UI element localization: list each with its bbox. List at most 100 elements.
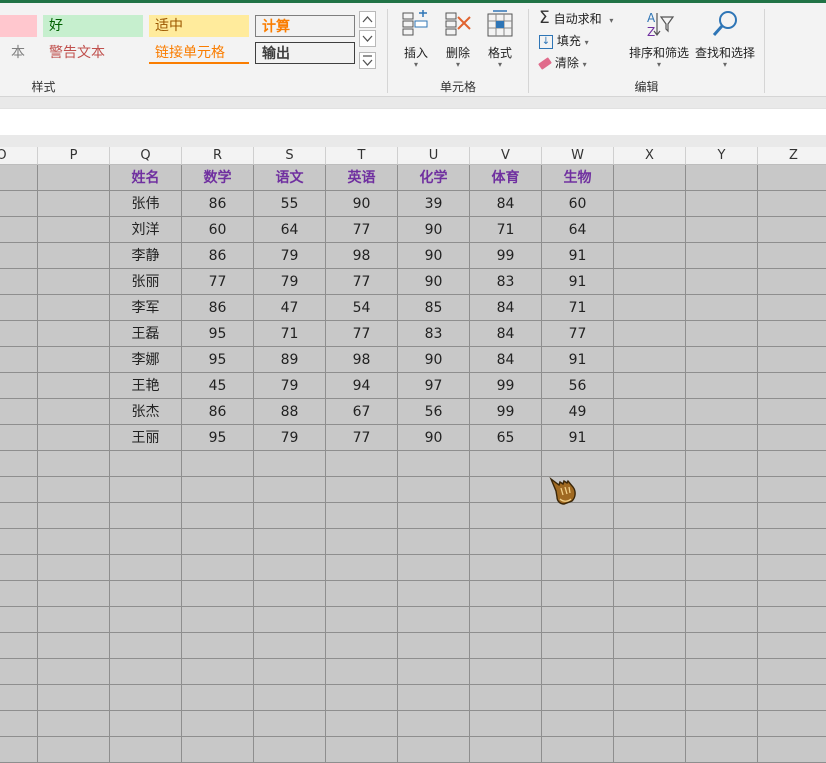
- empty-cell[interactable]: [0, 737, 38, 763]
- empty-cell[interactable]: [542, 607, 614, 633]
- sort-filter-button[interactable]: A Z 排序和筛选 ▾: [626, 9, 692, 69]
- empty-cell[interactable]: [686, 685, 758, 711]
- table-cell[interactable]: 88: [254, 399, 326, 425]
- empty-cell[interactable]: [110, 737, 182, 763]
- table-cell[interactable]: 71: [542, 295, 614, 321]
- empty-cell[interactable]: [398, 633, 470, 659]
- empty-cell[interactable]: [542, 685, 614, 711]
- column-header-w[interactable]: W: [542, 147, 614, 165]
- empty-cell[interactable]: [254, 477, 326, 503]
- table-header-cell[interactable]: 体育: [470, 165, 542, 191]
- empty-cell[interactable]: [758, 737, 826, 763]
- empty-cell[interactable]: [398, 451, 470, 477]
- table-header-cell[interactable]: 英语: [326, 165, 398, 191]
- table-cell[interactable]: 97: [398, 373, 470, 399]
- empty-cell[interactable]: [614, 425, 686, 451]
- gallery-more[interactable]: [359, 52, 376, 69]
- empty-cell[interactable]: [398, 685, 470, 711]
- table-cell[interactable]: 刘洋: [110, 217, 182, 243]
- table-cell[interactable]: 54: [326, 295, 398, 321]
- table-cell[interactable]: 王磊: [110, 321, 182, 347]
- empty-cell[interactable]: [0, 425, 38, 451]
- empty-cell[interactable]: [38, 217, 110, 243]
- column-header-o[interactable]: O: [0, 147, 38, 165]
- table-header-cell[interactable]: 数学: [182, 165, 254, 191]
- empty-cell[interactable]: [614, 737, 686, 763]
- table-cell[interactable]: 89: [254, 347, 326, 373]
- column-header-p[interactable]: P: [38, 147, 110, 165]
- empty-cell[interactable]: [470, 711, 542, 737]
- table-cell[interactable]: 91: [542, 347, 614, 373]
- table-cell[interactable]: 71: [254, 321, 326, 347]
- table-cell[interactable]: 83: [398, 321, 470, 347]
- empty-cell[interactable]: [398, 503, 470, 529]
- empty-cell[interactable]: [758, 477, 826, 503]
- empty-cell[interactable]: [0, 295, 38, 321]
- empty-cell[interactable]: [182, 529, 254, 555]
- table-cell[interactable]: 99: [470, 399, 542, 425]
- table-cell[interactable]: 79: [254, 243, 326, 269]
- table-cell[interactable]: 90: [398, 243, 470, 269]
- table-cell[interactable]: 91: [542, 269, 614, 295]
- empty-cell[interactable]: [326, 737, 398, 763]
- table-cell[interactable]: 79: [254, 269, 326, 295]
- empty-cell[interactable]: [254, 737, 326, 763]
- empty-cell[interactable]: [614, 321, 686, 347]
- empty-cell[interactable]: [758, 581, 826, 607]
- table-cell[interactable]: 77: [326, 217, 398, 243]
- formula-bar[interactable]: [0, 108, 826, 136]
- empty-cell[interactable]: [110, 555, 182, 581]
- empty-cell[interactable]: [38, 191, 110, 217]
- fill-button[interactable]: ↓ 填充 ▾: [539, 31, 599, 51]
- empty-cell[interactable]: [0, 165, 38, 191]
- empty-cell[interactable]: [470, 477, 542, 503]
- empty-cell[interactable]: [614, 165, 686, 191]
- style-explanatory[interactable]: 本: [0, 42, 37, 64]
- empty-cell[interactable]: [758, 165, 826, 191]
- empty-cell[interactable]: [110, 659, 182, 685]
- empty-cell[interactable]: [0, 529, 38, 555]
- empty-cell[interactable]: [398, 581, 470, 607]
- empty-cell[interactable]: [38, 399, 110, 425]
- empty-cell[interactable]: [758, 659, 826, 685]
- table-cell[interactable]: 张丽: [110, 269, 182, 295]
- empty-cell[interactable]: [686, 399, 758, 425]
- empty-cell[interactable]: [614, 659, 686, 685]
- table-cell[interactable]: 64: [542, 217, 614, 243]
- empty-cell[interactable]: [0, 477, 38, 503]
- empty-cell[interactable]: [758, 529, 826, 555]
- empty-cell[interactable]: [326, 659, 398, 685]
- table-cell[interactable]: 65: [470, 425, 542, 451]
- empty-cell[interactable]: [758, 269, 826, 295]
- empty-cell[interactable]: [614, 607, 686, 633]
- column-header-z[interactable]: Z: [758, 147, 826, 165]
- empty-cell[interactable]: [38, 685, 110, 711]
- empty-cell[interactable]: [686, 295, 758, 321]
- empty-cell[interactable]: [38, 321, 110, 347]
- table-cell[interactable]: 91: [542, 243, 614, 269]
- empty-cell[interactable]: [0, 451, 38, 477]
- table-cell[interactable]: 77: [326, 269, 398, 295]
- empty-cell[interactable]: [614, 399, 686, 425]
- style-output[interactable]: 输出: [255, 42, 355, 64]
- empty-cell[interactable]: [0, 243, 38, 269]
- empty-cell[interactable]: [614, 243, 686, 269]
- empty-cell[interactable]: [686, 529, 758, 555]
- column-header-t[interactable]: T: [326, 147, 398, 165]
- empty-cell[interactable]: [758, 399, 826, 425]
- empty-cell[interactable]: [0, 555, 38, 581]
- empty-cell[interactable]: [254, 685, 326, 711]
- insert-button[interactable]: 插入 ▾: [396, 9, 436, 69]
- empty-cell[interactable]: [326, 711, 398, 737]
- table-cell[interactable]: 64: [254, 217, 326, 243]
- empty-cell[interactable]: [38, 607, 110, 633]
- empty-cell[interactable]: [470, 685, 542, 711]
- empty-cell[interactable]: [614, 451, 686, 477]
- table-cell[interactable]: 60: [542, 191, 614, 217]
- empty-cell[interactable]: [182, 451, 254, 477]
- table-cell[interactable]: 79: [254, 425, 326, 451]
- style-linked-cell[interactable]: 链接单元格: [149, 42, 249, 64]
- table-cell[interactable]: 95: [182, 347, 254, 373]
- empty-cell[interactable]: [686, 269, 758, 295]
- empty-cell[interactable]: [614, 269, 686, 295]
